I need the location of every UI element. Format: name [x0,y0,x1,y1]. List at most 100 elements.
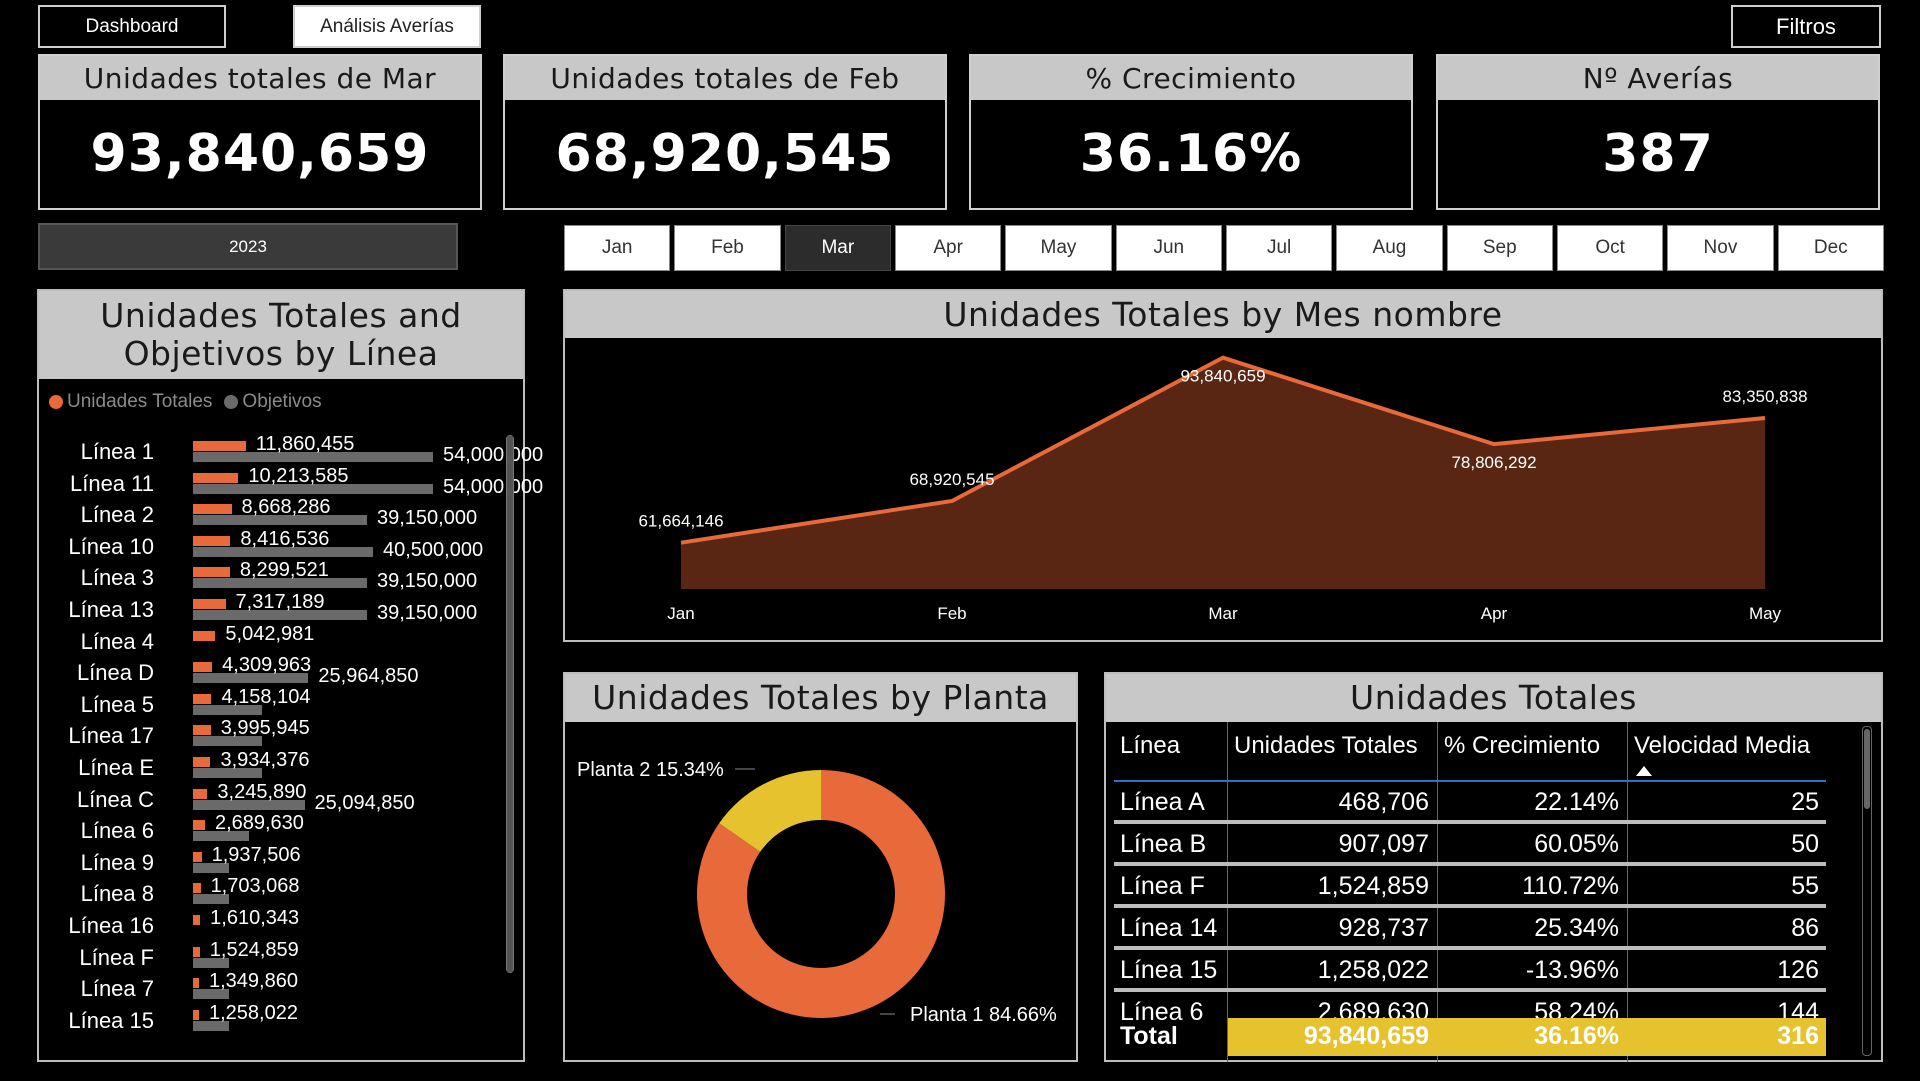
col-header-velocidad[interactable]: Velocidad Media [1634,732,1810,760]
bar-category-label: Línea E [78,755,154,780]
bar-units[interactable] [193,757,211,767]
header-divider [1114,780,1826,782]
bar-objetivos-label: 54,000,000 [443,475,544,498]
cell-linea: Línea 15 [1120,956,1218,984]
cell-crecimiento: 60.05% [1534,830,1619,858]
table-scrollbar[interactable] [1862,726,1872,1056]
bar-units[interactable] [193,788,208,799]
bar-category-label: Línea 15 [68,1007,154,1033]
month-jun[interactable]: Jun [1115,225,1222,271]
col-header-unidades[interactable]: Unidades Totales [1234,732,1418,760]
col-header-crecimiento[interactable]: % Crecimiento [1444,732,1600,760]
month-may[interactable]: May [1005,225,1112,271]
filtros-button[interactable]: Filtros [1731,5,1881,48]
bar-units[interactable] [193,599,226,609]
bar-units[interactable] [193,472,239,483]
x-tick-label: May [1749,604,1782,623]
table-panel: Unidades Totales Línea Unidades Totales … [1104,672,1883,1062]
sort-ascending-icon[interactable] [1636,766,1652,776]
month-jan[interactable]: Jan [564,225,671,271]
bar-units[interactable] [193,693,212,704]
bar-units-label: 1,703,068 [210,875,300,898]
bar-units-label: 8,416,536 [240,527,330,550]
bar-units[interactable] [193,504,232,515]
cell-unidades: 928,737 [1338,914,1429,942]
x-tick-label: Mar [1208,604,1238,623]
bar-row: Línea 8 1,703,068 [39,875,509,909]
x-tick-label: Apr [1481,604,1508,623]
bar-units[interactable] [193,883,201,894]
kpi-label: Unidades totales de Mar [40,56,480,100]
bar-units[interactable] [193,535,231,546]
month-nov[interactable]: Nov [1667,225,1774,271]
bar-units-label: 2,689,630 [214,812,304,835]
total-velocidad: 316 [1777,1022,1819,1050]
table-row[interactable]: Línea A 468,706 22.14% 25 [1114,784,1826,824]
bar-units-label: 8,668,286 [241,496,331,519]
month-oct[interactable]: Oct [1556,225,1664,271]
bar-units[interactable] [193,915,201,925]
year-slicer[interactable]: 2023 [38,223,458,270]
table-body: Línea A 468,706 22.14% 25 Línea B 907,097 60.0… [1114,784,1826,1024]
month-apr[interactable]: Apr [894,225,1002,271]
cell-velocidad: 126 [1777,956,1819,984]
month-feb[interactable]: Feb [674,225,781,271]
table-row[interactable]: Línea 15 1,258,022 -13.96% 126 [1114,952,1826,992]
bar-category-label: Línea 17 [68,723,154,749]
bar-row: Línea 15 1,258,022 [39,1002,509,1036]
analisis-averias-button[interactable]: Análisis Averías [293,5,481,48]
area-fill [681,357,1765,589]
area-chart-title: Unidades Totales by Mes nombre [565,291,1881,338]
bar-units[interactable] [193,441,246,451]
month-sep[interactable]: Sep [1446,225,1553,271]
bar-units-label: 5,042,981 [225,622,315,645]
bar-units[interactable] [193,1009,199,1020]
bar-category-label: Línea F [79,944,154,970]
kpi-card-growth: % Crecimiento 36.16% [969,54,1413,210]
month-aug[interactable]: Aug [1336,225,1443,271]
bar-row: Línea 2 8,668,286 39,150,000 [39,496,509,530]
bar-units[interactable] [193,567,230,578]
dashboard-button[interactable]: Dashboard [38,5,226,48]
bar-category-label: Línea 8 [80,881,154,907]
table-row[interactable]: Línea B 907,097 60.05% 50 [1114,826,1826,866]
bar-units[interactable] [193,978,199,989]
table-row[interactable]: Línea 14 928,737 25.34% 86 [1114,910,1826,950]
col-header-linea[interactable]: Línea [1120,732,1180,760]
bar-units-label: 4,158,104 [221,685,311,708]
bar-category-label: Línea 2 [80,502,154,528]
bar-objetivos-label: 39,150,000 [377,507,478,530]
area-chart-panel: Unidades Totales by Mes nombre 61,664,14… [563,289,1883,642]
month-mar[interactable]: Mar [784,225,891,271]
cell-crecimiento: 110.72% [1522,872,1619,900]
month-jul[interactable]: Jul [1225,225,1333,271]
bar-units-label: 3,245,890 [217,780,307,803]
bar-chart-scrollbar[interactable] [506,435,514,973]
units-table: Línea Unidades Totales % Crecimiento Vel… [1114,722,1839,1062]
bar-units[interactable] [193,630,216,641]
bar-units-label: 3,934,376 [220,749,310,771]
bar-category-label: Línea 7 [80,976,154,1002]
table-row[interactable]: Línea F 1,524,859 110.72% 55 [1114,868,1826,908]
kpi-label: Nº Averías [1438,56,1878,100]
month-dec[interactable]: Dec [1777,225,1884,271]
table-scroll-thumb[interactable] [1864,729,1870,809]
bar-category-label: Línea C [76,786,154,812]
bar-row: Línea 3 8,299,521 39,150,000 [39,559,509,593]
bar-units-label: 1,258,022 [209,1001,298,1024]
bar-category-label: Línea 5 [80,691,154,717]
bar-units-label: 3,995,945 [220,717,310,740]
bar-units[interactable] [193,946,200,957]
bar-objetivos-label: 25,094,850 [314,791,415,814]
bar-units[interactable] [193,851,202,862]
table-total-row: Total 93,840,659 36.16% 316 [1114,1018,1826,1056]
bar-units[interactable] [193,820,205,831]
bar-chart-plot: Línea 1 11,860,455 54,000,000 Línea 11 10,21… [39,291,543,1060]
kpi-card-averias: Nº Averías 387 [1436,54,1880,210]
cell-crecimiento: 22.14% [1534,788,1619,816]
bar-units[interactable] [193,725,211,736]
bar-category-label: Línea 3 [80,565,154,591]
bar-row: Línea 7 1,349,860 [39,970,509,1004]
table-title: Unidades Totales [1106,674,1881,722]
bar-units[interactable] [193,662,213,673]
